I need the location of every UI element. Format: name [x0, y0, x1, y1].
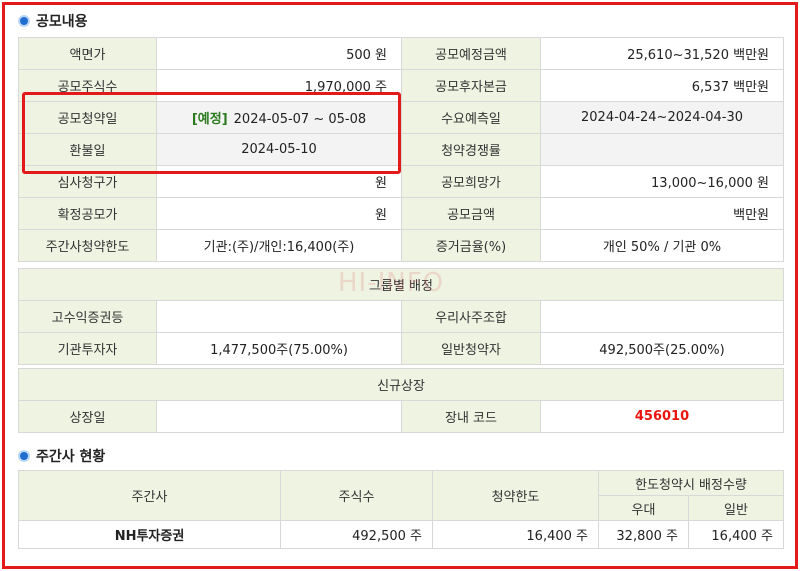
competition-label: 청약경쟁률	[401, 133, 541, 166]
table-row: 신규상장	[18, 368, 784, 401]
institution-label: 기관투자자	[18, 332, 157, 365]
group-allocation-title: 그룹별 배정	[18, 268, 784, 301]
subscription-limit: 기관:(주)/개인:16,400(주)	[156, 229, 402, 262]
bullet-icon	[18, 450, 30, 462]
code-label: 장내 코드	[401, 400, 541, 433]
table-row: 확정공모가 원 공모금액 백만원	[18, 197, 784, 230]
final-price-label: 확정공모가	[18, 197, 157, 230]
desired-price-label: 공모희망가	[401, 165, 541, 198]
section-title-offering: 공모내용	[18, 11, 88, 31]
institution-allocation: 1,477,500주(75.00%)	[156, 332, 402, 365]
margin-rate: 개인 50% / 기관 0%	[540, 229, 784, 262]
retail-allocation: 492,500주(25.00%)	[540, 332, 784, 365]
final-price: 원	[156, 197, 402, 230]
demand-forecast-label: 수요예측일	[401, 101, 541, 134]
face-value-label: 액면가	[18, 37, 157, 70]
header-underwriter: 주간사	[18, 470, 281, 521]
underwriter-shares: 492,500 주	[280, 520, 433, 549]
employee	[540, 300, 784, 333]
table-row: 기관투자자 1,477,500주(75.00%) 일반청약자 492,500주(…	[18, 332, 784, 365]
limit-label: 주간사청약한도	[18, 229, 157, 262]
planned-amount-label: 공모예정금액	[401, 37, 541, 70]
planned-amount: 25,610~31,520 백만원	[540, 37, 784, 70]
retail-label: 일반청약자	[401, 332, 541, 365]
table-row: 주간사청약한도 기관:(주)/개인:16,400(주) 증거금율(%) 개인 5…	[18, 229, 784, 262]
bullet-icon	[18, 15, 30, 27]
face-value: 500 원	[156, 37, 402, 70]
desired-price: 13,000~16,000 원	[540, 165, 784, 198]
demand-forecast: 2024-04-24~2024-04-30	[540, 101, 784, 134]
highlight-box	[22, 92, 401, 174]
stock-code: 456010	[540, 400, 784, 433]
competition-rate	[540, 133, 784, 166]
table-row: NH투자증권 492,500 주 16,400 주 32,800 주 16,40…	[18, 520, 784, 549]
table-row: 그룹별 배정	[18, 268, 784, 301]
margin-label: 증거금율(%)	[401, 229, 541, 262]
header-limit: 청약한도	[432, 470, 599, 521]
header-preferred: 우대	[598, 495, 689, 521]
section-title-underwriters: 주간사 현황	[18, 446, 105, 466]
underwriter-general: 16,400 주	[688, 520, 784, 549]
table-row: 고수익증권등 우리사주조합	[18, 300, 784, 333]
table-header-row: 주간사 주식수 청약한도 한도청약시 배정수량	[18, 470, 784, 521]
table-row: 상장일 장내 코드 456010	[18, 400, 784, 433]
high-yield	[156, 300, 402, 333]
employee-label: 우리사주조합	[401, 300, 541, 333]
underwriter-name: NH투자증권	[18, 520, 281, 549]
listing-date	[156, 400, 402, 433]
header-general: 일반	[688, 495, 784, 521]
underwriter-limit: 16,400 주	[432, 520, 599, 549]
new-listing-title: 신규상장	[18, 368, 784, 401]
amount-label: 공모금액	[401, 197, 541, 230]
header-shares: 주식수	[280, 470, 433, 521]
header-allocation: 한도청약시 배정수량	[598, 470, 784, 496]
post-capital-label: 공모후자본금	[401, 69, 541, 102]
underwriter-table: 주간사 주식수 청약한도 한도청약시 배정수량 우대 일반 NH투자증권 492…	[18, 470, 784, 549]
table-row: 액면가 500 원 공모예정금액 25,610~31,520 백만원	[18, 37, 784, 70]
post-capital: 6,537 백만원	[540, 69, 784, 102]
high-yield-label: 고수익증권등	[18, 300, 157, 333]
amount: 백만원	[540, 197, 784, 230]
spacer-row	[18, 261, 784, 269]
listing-date-label: 상장일	[18, 400, 157, 433]
underwriter-preferred: 32,800 주	[598, 520, 689, 549]
